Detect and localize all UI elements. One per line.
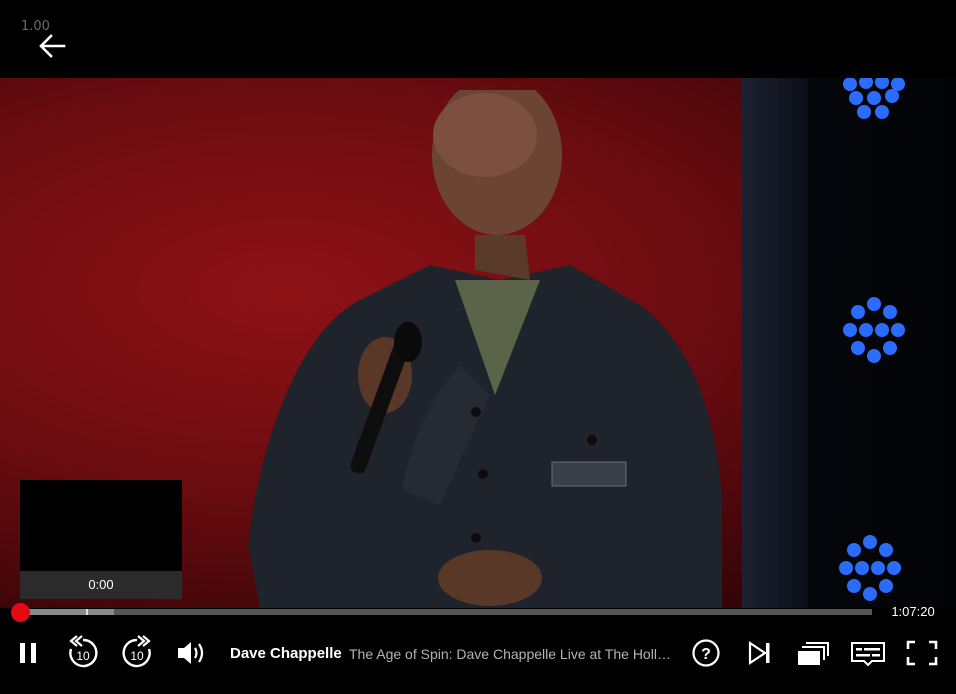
performer-figure xyxy=(248,90,722,608)
volume-icon xyxy=(178,642,204,664)
next-episode-button[interactable] xyxy=(745,633,775,673)
progress-buffered xyxy=(20,609,114,615)
episodes-icon xyxy=(798,642,829,665)
progress-track[interactable] xyxy=(20,609,872,615)
rewind-10-button[interactable]: 10 xyxy=(64,633,102,673)
volume-button[interactable] xyxy=(175,633,209,673)
progress-hover-marker xyxy=(86,609,88,615)
help-button[interactable]: ? xyxy=(690,633,722,673)
next-episode-icon xyxy=(748,640,770,666)
fullscreen-icon xyxy=(906,640,938,666)
pause-button[interactable] xyxy=(14,633,42,673)
forward-10-button[interactable]: 10 xyxy=(118,633,156,673)
episodes-button[interactable] xyxy=(796,633,832,673)
help-icon: ? xyxy=(692,639,720,667)
fullscreen-button[interactable] xyxy=(905,633,939,673)
pause-icon xyxy=(20,643,36,663)
subtitles-icon xyxy=(851,642,885,667)
stage-light xyxy=(843,78,905,119)
subtitles-button[interactable] xyxy=(850,633,886,673)
top-bar: 1.00 xyxy=(0,0,956,78)
svg-text:10: 10 xyxy=(130,649,144,663)
time-remaining: 1:07:20 xyxy=(891,604,935,619)
back-button[interactable] xyxy=(36,32,68,60)
scrub-preview-time: 0:00 xyxy=(20,571,182,599)
scrub-handle[interactable] xyxy=(11,603,30,622)
arrow-left-icon xyxy=(39,34,66,58)
forward-10-icon: 10 xyxy=(122,635,151,668)
rewind-10-icon: 10 xyxy=(69,635,98,668)
episode-title: The Age of Spin: Dave Chappelle Live at … xyxy=(349,646,671,662)
show-title: Dave Chappelle xyxy=(230,645,342,662)
stage-pillar xyxy=(742,78,808,608)
stage-light xyxy=(839,535,901,601)
stage-light xyxy=(843,297,905,363)
svg-text:?: ? xyxy=(701,646,711,663)
svg-text:10: 10 xyxy=(76,649,90,663)
